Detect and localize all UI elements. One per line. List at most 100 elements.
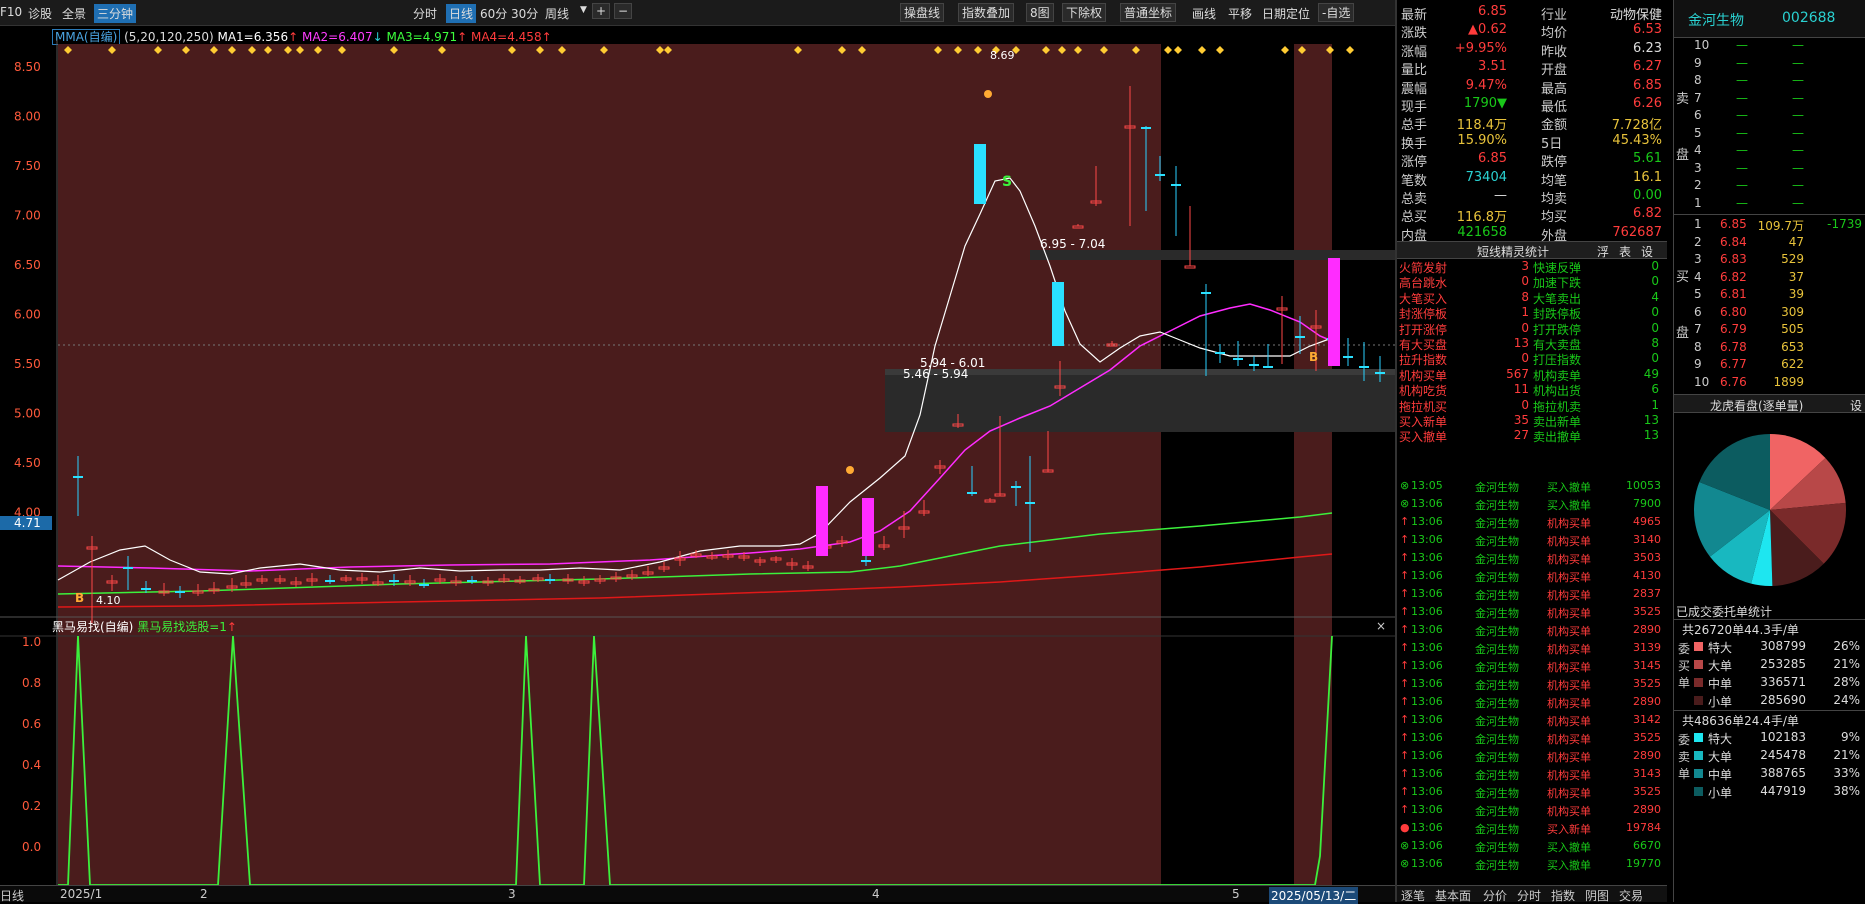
candle-body xyxy=(1249,364,1259,366)
indicator-value: 黑马易找选股=1 xyxy=(137,620,227,634)
tick-type: 机构买单 xyxy=(1547,697,1591,710)
candle-body xyxy=(1141,127,1151,129)
stat-value: 0 xyxy=(1651,274,1659,289)
tick-time: 13:06 xyxy=(1411,731,1443,744)
panorama-button[interactable]: 全景 xyxy=(62,5,86,22)
dragon-settings-button[interactable]: 设 xyxy=(1850,397,1862,414)
stat-value: 0 xyxy=(1521,274,1529,289)
table-tab[interactable]: 表 xyxy=(1619,243,1631,260)
yaxis-label: 5.00 xyxy=(14,407,41,421)
zoom-out-button[interactable]: − xyxy=(614,3,633,19)
ex-rights-menu[interactable]: 下除权 xyxy=(1062,3,1107,22)
tick-row[interactable]: ↑ 13:06 金河生物 机构买单 3525 xyxy=(1397,731,1667,749)
index-overlay-menu[interactable]: 指数叠加 xyxy=(958,3,1015,22)
tick-row[interactable]: ↑ 13:06 金河生物 机构买单 3145 xyxy=(1397,659,1667,677)
current-price-label: 4.71 xyxy=(14,516,41,530)
tick-row[interactable]: ↑ 13:06 金河生物 机构买单 3525 xyxy=(1397,677,1667,695)
tick-stock: 金河生物 xyxy=(1475,679,1519,692)
tick-icon: ● xyxy=(1400,821,1410,834)
tick-time: 13:06 xyxy=(1411,515,1443,528)
tick-stock: 金河生物 xyxy=(1475,697,1519,710)
kline-chart[interactable]: 6.95 - 7.04 5.94 - 6.01 5.46 - 5.94 8.50… xyxy=(0,26,1395,885)
date-locate-button[interactable]: 日期定位 xyxy=(1262,5,1310,22)
tick-row[interactable]: ● 13:06 金河生物 买入新单 19784 xyxy=(1397,821,1667,839)
diagnose-button[interactable]: 诊股 xyxy=(28,5,52,22)
tab-trade[interactable]: 交易 xyxy=(1619,887,1643,904)
tab-tick[interactable]: 逐笔 xyxy=(1401,887,1425,904)
period-weekly-dropdown[interactable]: 周线 xyxy=(542,4,572,23)
low-price-label: 4.10 xyxy=(96,594,121,607)
tick-time: 13:06 xyxy=(1411,551,1443,564)
quote-label: 最低 xyxy=(1541,100,1568,115)
tick-icon: ↑ xyxy=(1400,749,1410,762)
tick-row[interactable]: ↑ 13:06 金河生物 机构买单 2890 xyxy=(1397,695,1667,713)
quote-value: 73404 xyxy=(1465,169,1507,185)
tick-icon: ↑ xyxy=(1400,587,1410,600)
tab-intraday[interactable]: 分时 xyxy=(1517,887,1541,904)
tick-icon: ↑ xyxy=(1400,623,1410,636)
tick-volume: 3142 xyxy=(1633,713,1661,726)
pan-button[interactable]: 平移 xyxy=(1228,5,1252,22)
tab-fundamentals[interactable]: 基本面 xyxy=(1435,887,1471,904)
tick-row[interactable]: ⊗ 13:05 金河生物 买入撤单 10053 xyxy=(1397,479,1667,497)
stat-value: 1 xyxy=(1521,305,1529,320)
tab-index[interactable]: 指数 xyxy=(1551,887,1575,904)
float-tab[interactable]: 浮 xyxy=(1597,243,1609,260)
tick-row[interactable]: ↑ 13:06 金河生物 机构买单 2890 xyxy=(1397,749,1667,767)
tick-row[interactable]: ↑ 13:06 金河生物 机构买单 2890 xyxy=(1397,803,1667,821)
tick-row[interactable]: ⊗ 13:06 金河生物 买入撤单 7900 xyxy=(1397,497,1667,515)
sub-yaxis-label: 0.2 xyxy=(22,799,41,813)
settings-tab[interactable]: 设 xyxy=(1641,243,1653,260)
tick-row[interactable]: ↑ 13:06 金河生物 机构买单 4965 xyxy=(1397,515,1667,533)
sub-yaxis-label: 1.0 xyxy=(22,635,41,649)
eight-chart-menu[interactable]: 8图 xyxy=(1026,3,1054,22)
tick-volume: 2837 xyxy=(1633,587,1661,600)
period-60min-tab[interactable]: 60分 xyxy=(477,4,510,23)
tick-row[interactable]: ↑ 13:06 金河生物 机构买单 3525 xyxy=(1397,785,1667,803)
watchlist-button[interactable]: -自选 xyxy=(1318,3,1355,22)
tick-volume: 6670 xyxy=(1633,839,1661,852)
tick-row[interactable]: ↑ 13:06 金河生物 机构买单 3142 xyxy=(1397,713,1667,731)
candle-body xyxy=(1295,336,1305,338)
tick-row[interactable]: ↑ 13:06 金河生物 机构买单 3503 xyxy=(1397,551,1667,569)
tick-stock: 金河生物 xyxy=(1475,769,1519,782)
f10-button[interactable]: F10 xyxy=(0,5,22,19)
period-intraday-tab[interactable]: 分时 xyxy=(410,4,440,23)
tick-row[interactable]: ↑ 13:06 金河生物 机构买单 2890 xyxy=(1397,623,1667,641)
tick-row[interactable]: ⊗ 13:06 金河生物 买入撤单 19770 xyxy=(1397,857,1667,875)
stat-value: 6 xyxy=(1651,382,1659,397)
quote-value: 动物保健 xyxy=(1609,8,1662,23)
quote-value: 421658 xyxy=(1457,224,1507,240)
tick-row[interactable]: ↑ 13:06 金河生物 机构买单 2837 xyxy=(1397,587,1667,605)
tick-stock: 金河生物 xyxy=(1475,535,1519,548)
three-minute-button[interactable]: 三分钟 xyxy=(94,4,137,23)
period-daily-tab[interactable]: 日线 xyxy=(446,4,477,23)
zone1-label: 6.95 - 7.04 xyxy=(1040,237,1105,251)
tick-row[interactable]: ↑ 13:06 金河生物 机构买单 3143 xyxy=(1397,767,1667,785)
tick-row[interactable]: ↑ 13:06 金河生物 机构买单 3140 xyxy=(1397,533,1667,551)
tick-volume: 19770 xyxy=(1626,857,1661,870)
tab-price[interactable]: 分价 xyxy=(1483,887,1507,904)
candle-body xyxy=(467,580,477,582)
stat-value: 0 xyxy=(1651,351,1659,366)
tick-row[interactable]: ↑ 13:06 金河生物 机构买单 4130 xyxy=(1397,569,1667,587)
coordinate-menu[interactable]: 普通坐标 xyxy=(1120,3,1177,22)
stat-value: 8 xyxy=(1651,336,1659,350)
zoom-in-button[interactable]: + xyxy=(592,3,611,19)
tick-stock: 金河生物 xyxy=(1475,823,1519,836)
indicator-name[interactable]: 黑马易找(自编) xyxy=(52,620,133,634)
tick-row[interactable]: ⊗ 13:06 金河生物 买入撤单 6670 xyxy=(1397,839,1667,857)
draw-line-button[interactable]: 画线 xyxy=(1192,5,1216,22)
candle-body xyxy=(1155,174,1165,176)
close-icon[interactable]: × xyxy=(1376,619,1386,633)
candle-body xyxy=(389,580,399,582)
quote-value: 16.1 xyxy=(1633,169,1662,185)
tick-row[interactable]: ↑ 13:06 金河生物 机构买单 3525 xyxy=(1397,605,1667,623)
period-30min-tab[interactable]: 30分 xyxy=(508,4,541,23)
tab-shade[interactable]: 阴图 xyxy=(1585,887,1609,904)
high-price-label: 8.69 xyxy=(990,49,1015,62)
sub-yaxis-label: 0.0 xyxy=(22,840,41,854)
trade-line-menu[interactable]: 操盘线 xyxy=(900,3,945,22)
tick-icon: ↑ xyxy=(1400,641,1410,654)
tick-row[interactable]: ↑ 13:06 金河生物 机构买单 3139 xyxy=(1397,641,1667,659)
